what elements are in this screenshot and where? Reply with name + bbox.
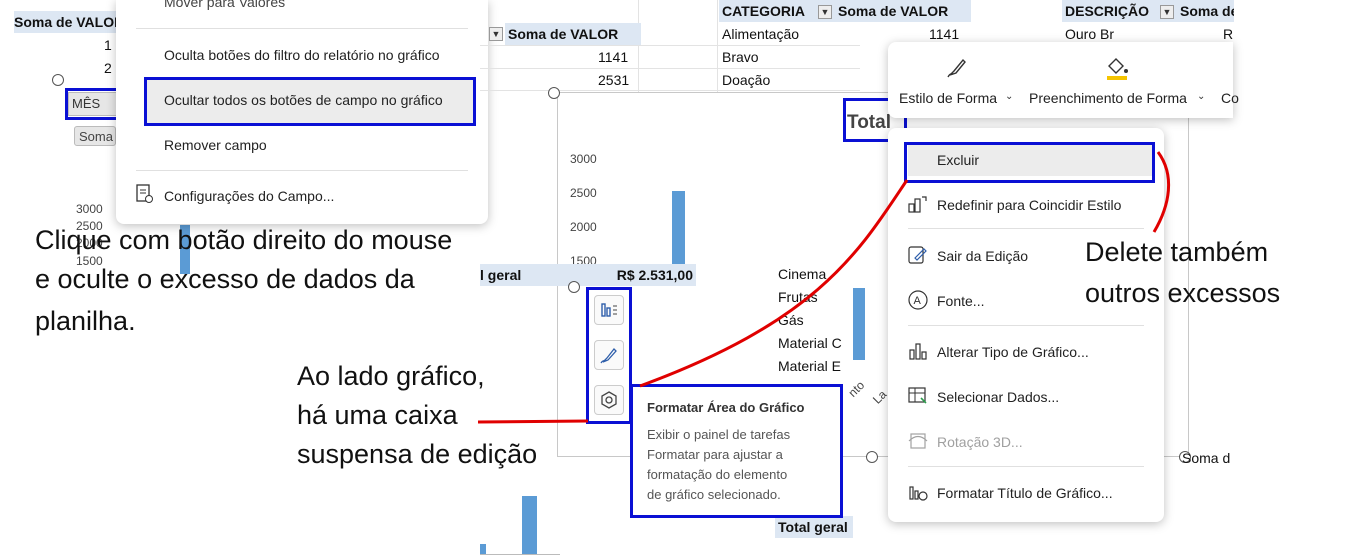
annotation-middle-line: Ao lado gráfico,	[297, 361, 485, 391]
annotation-right-line: outros excessos	[1085, 278, 1281, 308]
annotation-left-line: planilha.	[35, 306, 136, 336]
annotation-left-line: e oculte o excesso de dados da	[35, 264, 415, 294]
annotation-middle-line: há uma caixa	[297, 400, 458, 430]
annotation-left-line: Clique com botão direito do mouse	[35, 225, 453, 255]
annotation-middle-line: suspensa de edição	[297, 439, 538, 469]
annotation-right-line: Delete também	[1085, 237, 1269, 267]
